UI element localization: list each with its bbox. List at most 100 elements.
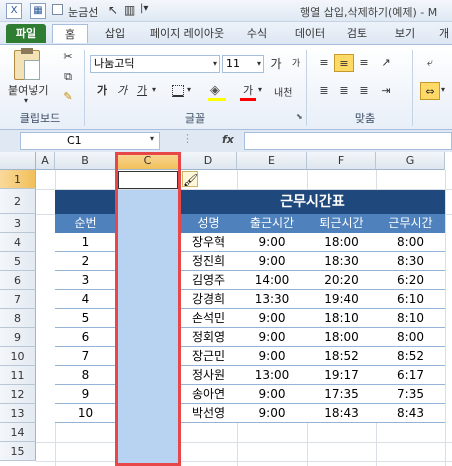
row-header[interactable]: 13 (0, 404, 36, 423)
row-header[interactable]: 11 (0, 366, 36, 385)
cursor-icon[interactable]: ↖ (108, 3, 118, 17)
indent-icon[interactable]: ⇥ (376, 82, 396, 100)
row-header[interactable]: 4 (0, 233, 36, 252)
tab-page-layout[interactable]: 페이지 레이아웃 (142, 24, 232, 43)
column-header-a[interactable]: A (36, 152, 55, 170)
insert-function-button[interactable]: fx (222, 133, 234, 146)
italic-button[interactable]: 가 (112, 82, 132, 100)
grow-font-button[interactable]: 가 (266, 55, 286, 73)
column-header-g[interactable]: G (376, 152, 445, 170)
row-header[interactable]: 12 (0, 385, 36, 404)
header-cell-name[interactable]: 성명 (180, 214, 237, 233)
row-header[interactable]: 8 (0, 309, 36, 328)
table-cell[interactable]: 9:00 (237, 347, 307, 366)
header-cell-number[interactable]: 순번 (55, 214, 116, 233)
column-header-e[interactable]: E (237, 152, 307, 170)
table-cell[interactable]: 3 (55, 271, 116, 290)
table-cell[interactable]: 박선영 (180, 404, 237, 423)
table-cell[interactable]: 9:00 (237, 404, 307, 423)
table-cell[interactable]: 8:43 (376, 404, 445, 423)
shrink-font-button[interactable]: 가 (286, 55, 306, 73)
header-cell-work-hours[interactable]: 근무시간 (376, 214, 445, 233)
table-cell[interactable]: 장근민 (180, 347, 237, 366)
table-cell[interactable]: 정사원 (180, 366, 237, 385)
table-cell[interactable]: 18:10 (307, 309, 376, 328)
tab-more[interactable]: 개 (436, 24, 452, 43)
font-name-combo[interactable]: 나눔고딕 (90, 55, 220, 73)
column-header-f[interactable]: F (307, 152, 376, 170)
font-color-dropdown-icon[interactable]: ▾ (258, 85, 262, 94)
table-cell[interactable]: 13:00 (237, 366, 307, 385)
table-title[interactable]: 근무시간표 (180, 190, 445, 214)
header-cell-clock-in[interactable]: 출근시간 (237, 214, 307, 233)
table-cell[interactable]: 정회영 (180, 328, 237, 347)
cut-icon[interactable]: ✂ (58, 48, 78, 66)
table-cell[interactable]: 정진희 (180, 252, 237, 271)
table-cell[interactable]: 6:10 (376, 290, 445, 309)
table-cell[interactable]: 9:00 (237, 252, 307, 271)
table-cell[interactable]: 5 (55, 309, 116, 328)
insert-options-brush-icon[interactable]: 🖌 (182, 171, 198, 187)
name-box[interactable]: C1 (20, 132, 160, 150)
layout-icon[interactable]: ▥ (124, 3, 135, 17)
table-cell[interactable]: 14:00 (237, 271, 307, 290)
row-header[interactable]: 5 (0, 252, 36, 271)
row-header[interactable]: 1 (0, 170, 36, 189)
table-cell[interactable]: 8 (55, 366, 116, 385)
table-cell[interactable]: 7 (55, 347, 116, 366)
select-all-corner[interactable] (0, 152, 36, 170)
table-cell[interactable]: 18:00 (307, 233, 376, 252)
border-dropdown-icon[interactable]: ▾ (187, 85, 191, 94)
merge-dropdown-icon[interactable]: ▾ (441, 85, 445, 94)
orientation-icon[interactable]: ↗ (376, 54, 396, 72)
table-cell[interactable]: 8:00 (376, 328, 445, 347)
font-size-dropdown-icon[interactable]: ▾ (254, 56, 264, 72)
table-cell[interactable]: 9:00 (237, 385, 307, 404)
align-top-icon[interactable]: ≡ (314, 54, 334, 72)
align-middle-icon[interactable]: ≡ (334, 54, 354, 72)
align-left-icon[interactable]: ≣ (314, 82, 334, 100)
save-icon[interactable]: ▦ (30, 3, 46, 19)
row-header[interactable]: 14 (0, 423, 36, 442)
table-cell[interactable]: 6:20 (376, 271, 445, 290)
fill-color-icon[interactable]: ◈ (210, 83, 220, 98)
paste-label[interactable]: 붙여넣기 (8, 82, 48, 98)
table-cell[interactable]: 장우혁 (180, 233, 237, 252)
table-cell[interactable]: 김영주 (180, 271, 237, 290)
table-cell[interactable]: 17:35 (307, 385, 376, 404)
bold-button[interactable]: 가 (92, 82, 112, 100)
column-header-b[interactable]: B (55, 152, 116, 170)
table-cell[interactable]: 18:00 (307, 328, 376, 347)
table-cell[interactable]: 손석민 (180, 309, 237, 328)
font-name-dropdown-icon[interactable]: ▾ (210, 56, 220, 72)
table-cell[interactable]: 송아연 (180, 385, 237, 404)
row-header[interactable]: 10 (0, 347, 36, 366)
table-cell[interactable]: 9:00 (237, 328, 307, 347)
excel-app-icon[interactable]: X (6, 3, 22, 19)
underline-dropdown-icon[interactable]: ▾ (152, 85, 156, 94)
table-cell[interactable]: 2 (55, 252, 116, 271)
table-cell[interactable]: 8:00 (376, 233, 445, 252)
tab-file[interactable]: 파일 (6, 24, 46, 43)
align-right-icon[interactable]: ≣ (354, 82, 374, 100)
table-cell[interactable]: 8:52 (376, 347, 445, 366)
table-cell[interactable]: 19:17 (307, 366, 376, 385)
table-cell[interactable]: 18:30 (307, 252, 376, 271)
format-painter-icon[interactable]: ✎ (58, 88, 78, 106)
header-cell-clock-out[interactable]: 퇴근시간 (307, 214, 376, 233)
table-cell[interactable]: 4 (55, 290, 116, 309)
table-cell[interactable]: 18:43 (307, 404, 376, 423)
tab-insert[interactable]: 삽입 (100, 24, 130, 43)
border-icon[interactable] (172, 85, 184, 97)
table-cell[interactable]: 8:10 (376, 309, 445, 328)
table-cell[interactable]: 1 (55, 233, 116, 252)
table-cell[interactable]: 8:30 (376, 252, 445, 271)
tab-formulas[interactable]: 수식 (242, 24, 272, 43)
table-cell[interactable]: 강경희 (180, 290, 237, 309)
row-header[interactable]: 7 (0, 290, 36, 309)
row-header[interactable]: 2 (0, 189, 36, 214)
table-cell[interactable]: 6 (55, 328, 116, 347)
tab-data[interactable]: 데이터 (290, 24, 330, 43)
row-header[interactable]: 15 (0, 442, 36, 461)
table-cell[interactable]: 7:35 (376, 385, 445, 404)
